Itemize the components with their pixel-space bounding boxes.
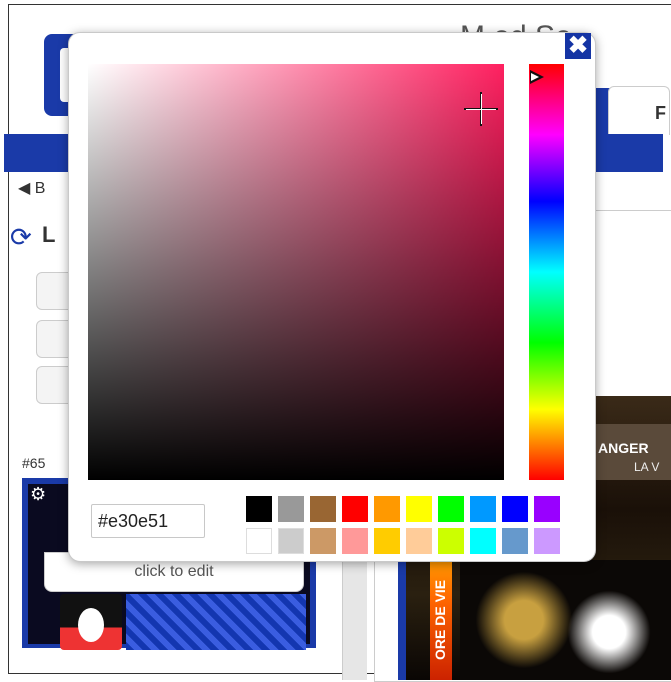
vertical-banner-text: ORE DE VIE [432, 579, 448, 660]
color-swatch[interactable] [342, 496, 368, 522]
gear-icon[interactable]: ⚙ [30, 484, 46, 505]
tab-f[interactable]: F [608, 86, 670, 135]
banner-subtext: LA V [634, 460, 660, 474]
color-swatch[interactable] [470, 496, 496, 522]
color-swatch[interactable] [310, 496, 336, 522]
color-swatch[interactable] [246, 528, 272, 554]
item-id: #65 [22, 455, 46, 471]
back-label: B [34, 180, 46, 197]
refresh-icon[interactable]: ⟳ [10, 222, 32, 253]
pattern-image [126, 594, 306, 650]
section-heading: L [42, 222, 56, 247]
crowd-image [460, 560, 671, 680]
color-swatch[interactable] [278, 528, 304, 554]
color-swatch[interactable] [310, 528, 336, 554]
hue-marker-inner [531, 73, 539, 81]
saturation-brightness-area[interactable] [88, 64, 504, 480]
color-swatch[interactable] [502, 528, 528, 554]
color-swatch[interactable] [406, 528, 432, 554]
back-link[interactable]: ◀ B [18, 178, 45, 198]
hex-color-input[interactable] [91, 504, 205, 538]
color-swatch[interactable] [502, 496, 528, 522]
color-swatch[interactable] [374, 496, 400, 522]
color-swatch[interactable] [438, 528, 464, 554]
hue-slider[interactable] [529, 64, 564, 480]
color-swatch[interactable] [534, 496, 560, 522]
color-swatch[interactable] [278, 496, 304, 522]
tab-f-label: F [655, 103, 666, 123]
banner-text: ANGER [598, 440, 649, 456]
close-icon[interactable]: ✖ [565, 33, 591, 59]
color-swatch[interactable] [342, 528, 368, 554]
color-swatch[interactable] [406, 496, 432, 522]
swatch-palette [246, 496, 568, 556]
crosshair-inner-h [466, 108, 496, 110]
penguin-image [60, 594, 122, 650]
color-swatch[interactable] [470, 528, 496, 554]
color-swatch[interactable] [534, 528, 560, 554]
color-swatch[interactable] [374, 528, 400, 554]
color-swatch[interactable] [438, 496, 464, 522]
color-swatch[interactable] [246, 496, 272, 522]
